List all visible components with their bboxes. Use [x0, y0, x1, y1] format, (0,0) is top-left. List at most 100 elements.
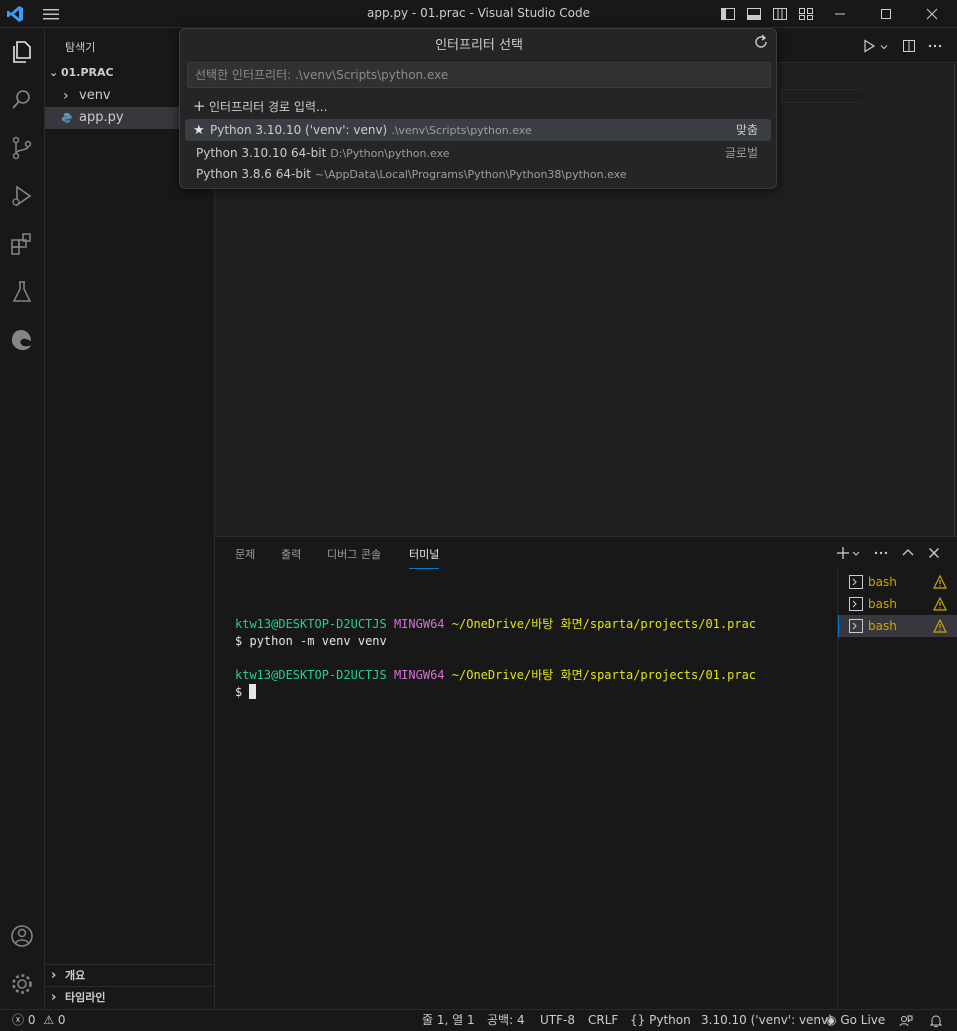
extensions-icon[interactable]	[8, 230, 36, 258]
interpreter-quick-pick: 인터프리터 선택 +인터프리터 경로 입력... ★ Python 3.10.10…	[179, 28, 777, 189]
testing-flask-icon[interactable]	[8, 278, 36, 306]
terminal-prompt: $	[235, 685, 243, 699]
tree-item-label: venv	[79, 88, 111, 103]
item-label: Python 3.8.6 64-bit	[196, 167, 312, 181]
item-badge: 글로벌	[724, 146, 758, 160]
toggle-panel-icon[interactable]	[746, 6, 762, 22]
notifications-bell-icon[interactable]	[929, 1014, 943, 1028]
bottom-panel: 문제 출력 디버그 콘솔 터미널 ktw13@DESKTOP-D2UCTJS M…	[215, 536, 957, 1010]
search-icon[interactable]	[8, 86, 36, 114]
enter-interpreter-path-item[interactable]: + 인터프리터 경로 입력...	[185, 95, 771, 117]
interpreter-search-input[interactable]	[187, 62, 771, 88]
item-label: Python 3.10.10 ('venv': venv)	[210, 123, 388, 137]
chevron-down-icon[interactable]	[879, 42, 889, 52]
close-panel-icon[interactable]	[926, 545, 942, 561]
chevron-down-icon: ⌄	[49, 66, 59, 79]
item-badge: 맞춤	[735, 123, 758, 137]
language-mode-status[interactable]: {} Python	[630, 1010, 691, 1031]
python-file-icon	[62, 113, 72, 123]
new-terminal-plus-icon[interactable]	[835, 545, 851, 561]
interpreter-item-venv[interactable]: ★ Python 3.10.10 ('venv': venv) .\venv\Scr…	[185, 119, 771, 141]
more-actions-icon[interactable]	[873, 545, 889, 561]
run-python-file-icon[interactable]	[861, 38, 877, 54]
customize-layout-icon[interactable]	[798, 6, 814, 22]
split-editor-icon[interactable]	[901, 38, 917, 54]
terminal-name: bash	[868, 575, 897, 589]
go-live-label: Go Live	[840, 1013, 886, 1027]
warning-icon	[933, 597, 947, 611]
breadcrumb-divider	[780, 89, 860, 90]
problems-status[interactable]: ⓧ 0 ⚠ 0	[12, 1010, 66, 1031]
terminal-instance-bash[interactable]: bash	[838, 571, 957, 593]
tab-problems[interactable]: 문제	[235, 546, 255, 562]
terminal-prompt-line: ktw13@DESKTOP-D2UCTJS MINGW64 ~/OneDrive…	[235, 616, 756, 633]
terminal-name: bash	[868, 597, 897, 611]
cursor-position-status[interactable]: 줄 1, 열 1	[422, 1010, 475, 1031]
chevron-right-icon: ›	[63, 88, 69, 104]
title-bar: app.py - 01.prac - Visual Studio Code	[0, 0, 957, 28]
settings-gear-icon[interactable]	[8, 970, 36, 998]
refresh-icon[interactable]	[752, 33, 770, 51]
timeline-section[interactable]: › 타임라인	[45, 986, 214, 1008]
tab-terminal[interactable]: 터미널	[409, 546, 440, 569]
editor-scrollbar[interactable]	[954, 64, 955, 536]
terminal-user-host: ktw13@DESKTOP-D2UCTJS	[235, 617, 387, 631]
source-control-icon[interactable]	[8, 134, 36, 162]
interpreter-item-global[interactable]: Python 3.10.10 64-bit D:\Python\python.ex…	[185, 142, 771, 164]
terminal-icon	[849, 619, 863, 633]
breadcrumb-divider	[780, 102, 860, 103]
terminal-prompt: $	[235, 634, 243, 648]
outline-section[interactable]: › 개요	[45, 964, 214, 986]
warning-icon	[933, 619, 947, 633]
workspace-folder-header[interactable]: ⌄ 01.PRAC	[49, 66, 114, 79]
terminal-instance-bash-active[interactable]: bash	[838, 615, 957, 637]
more-actions-icon[interactable]	[927, 38, 943, 54]
terminal-name: bash	[868, 619, 897, 633]
terminal-list: bash bash bash	[837, 569, 957, 1010]
quick-pick-title: 인터프리터 선택	[435, 38, 523, 53]
tab-debug-console[interactable]: 디버그 콘솔	[327, 546, 381, 562]
tab-output[interactable]: 출력	[281, 546, 301, 562]
terminal-instance-bash[interactable]: bash	[838, 593, 957, 615]
indentation-status[interactable]: 공백: 4	[487, 1010, 525, 1031]
chevron-down-icon[interactable]	[851, 545, 861, 561]
explorer-icon[interactable]	[8, 38, 36, 66]
status-bar: ⓧ 0 ⚠ 0 줄 1, 열 1 공백: 4 UTF-8 CRLF {} Pyt…	[0, 1009, 957, 1031]
broadcast-icon: ◉	[826, 1013, 837, 1027]
encoding-status[interactable]: UTF-8	[540, 1010, 575, 1031]
braces-icon: {}	[630, 1013, 646, 1027]
warning-icon	[933, 575, 947, 589]
eol-status[interactable]: CRLF	[588, 1010, 618, 1031]
terminal-output[interactable]: ktw13@DESKTOP-D2UCTJS MINGW64 ~/OneDrive…	[235, 599, 756, 735]
item-label: Python 3.10.10 64-bit	[196, 146, 327, 160]
item-label: 인터프리터 경로 입력...	[209, 100, 328, 114]
maximize-icon[interactable]	[876, 4, 896, 24]
interpreter-item-python38[interactable]: Python 3.8.6 64-bit ~\AppData\Local\Progr…	[185, 163, 771, 185]
item-description: D:\Python\python.exe	[330, 147, 450, 160]
go-live-status[interactable]: ◉ Go Live	[826, 1010, 885, 1031]
run-debug-icon[interactable]	[8, 182, 36, 210]
chevron-right-icon: ›	[51, 990, 57, 1005]
edge-browser-icon[interactable]	[8, 326, 36, 354]
feedback-icon[interactable]	[899, 1014, 913, 1028]
activity-bar	[0, 28, 45, 1009]
toggle-primary-sidebar-icon[interactable]	[720, 6, 736, 22]
minimize-icon[interactable]	[830, 4, 850, 24]
warning-count: 0	[57, 1013, 66, 1027]
section-label: 개요	[65, 969, 86, 982]
error-count: 0	[27, 1013, 36, 1027]
language-label: Python	[649, 1013, 691, 1027]
warning-icon: ⚠	[43, 1013, 55, 1027]
terminal-icon	[849, 597, 863, 611]
account-icon[interactable]	[8, 922, 36, 950]
toggle-secondary-sidebar-icon[interactable]	[772, 6, 788, 22]
error-icon: ⓧ	[12, 1013, 25, 1027]
plus-icon: +	[193, 97, 206, 115]
maximize-panel-icon[interactable]	[900, 545, 916, 561]
terminal-input-line: $	[235, 684, 756, 701]
sidebar-title: 탐색기	[65, 41, 96, 54]
python-interpreter-status[interactable]: 3.10.10 ('venv': venv)	[701, 1010, 833, 1031]
close-window-icon[interactable]	[922, 4, 942, 24]
terminal-path: ~/OneDrive/바탕 화면/sparta/projects/01.prac	[451, 668, 757, 682]
